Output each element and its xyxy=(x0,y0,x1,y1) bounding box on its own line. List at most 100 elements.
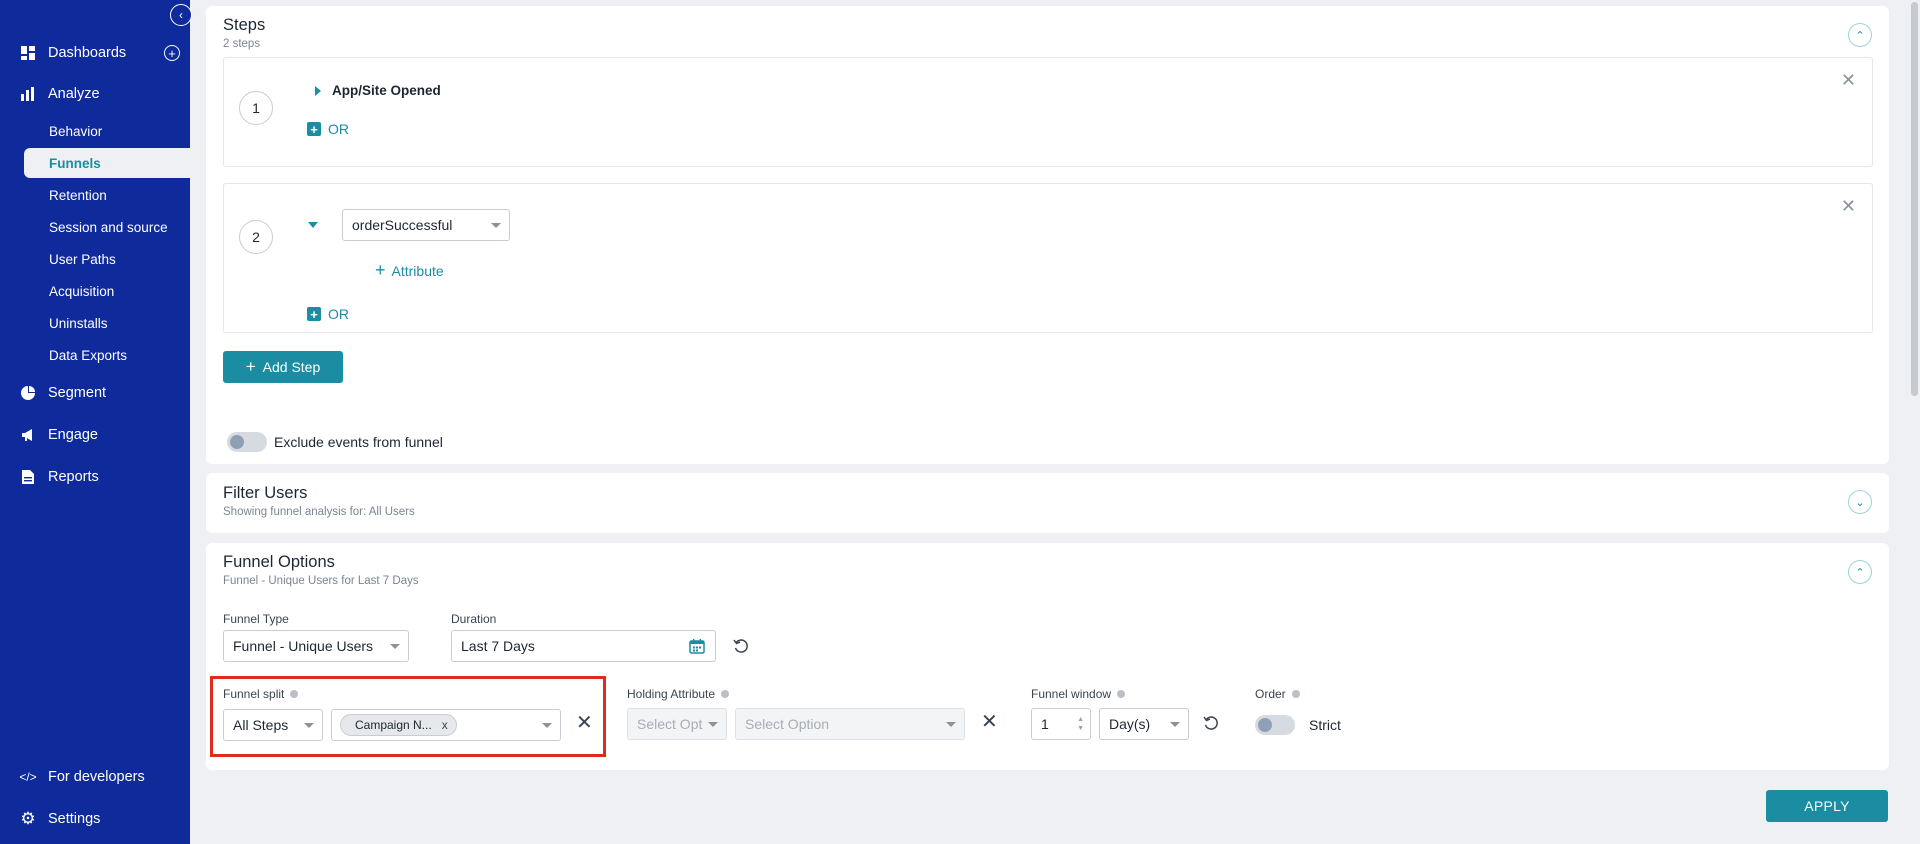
step-2-event-select[interactable]: orderSuccessful xyxy=(342,209,510,241)
filter-users-panel: Filter Users Showing funnel analysis for… xyxy=(206,473,1889,533)
nav-for-developers[interactable]: </> For developers xyxy=(0,762,190,792)
nav-segment[interactable]: Segment xyxy=(0,378,190,408)
nav-engage[interactable]: Engage xyxy=(0,420,190,450)
add-step-button[interactable]: + Add Step xyxy=(223,351,343,383)
step-number: 2 xyxy=(239,220,273,254)
nav-for-developers-label: For developers xyxy=(48,769,145,785)
funnel-window-unit: Day(s) xyxy=(1109,716,1151,732)
nav-analyze[interactable]: Analyze xyxy=(0,79,190,109)
nav-settings[interactable]: ⚙ Settings xyxy=(0,804,190,834)
reset-window-icon[interactable] xyxy=(1202,714,1220,732)
filter-users-title: Filter Users xyxy=(223,484,308,502)
nav-settings-label: Settings xyxy=(48,811,101,827)
expand-filter-users-icon[interactable]: ⌄ xyxy=(1848,490,1872,514)
funnel-window-label: Funnel window xyxy=(1031,687,1126,701)
nav-reports-label: Reports xyxy=(48,469,99,485)
calendar-icon[interactable] xyxy=(689,638,705,654)
exclude-events-toggle[interactable] xyxy=(227,432,267,452)
exclude-events-label: Exclude events from funnel xyxy=(274,434,443,450)
holding-attribute-label-text: Holding Attribute xyxy=(627,687,716,701)
funnel-options-subtitle: Funnel - Unique Users for Last 7 Days xyxy=(223,575,419,587)
sidebar-item-user-paths[interactable]: User Paths xyxy=(24,244,190,274)
sidebar-item-data-exports[interactable]: Data Exports xyxy=(24,340,190,370)
order-toggle[interactable] xyxy=(1255,715,1295,735)
plus-icon: + xyxy=(307,307,321,321)
funnel-options-title: Funnel Options xyxy=(223,553,335,571)
nav-reports[interactable]: Reports xyxy=(0,462,190,492)
funnel-split-highlight xyxy=(210,676,606,757)
step-number: 1 xyxy=(239,91,273,125)
close-icon[interactable]: ✕ xyxy=(1841,197,1856,215)
step-2-event: orderSuccessful xyxy=(352,217,453,233)
filter-users-subtitle: Showing funnel analysis for: All Users xyxy=(223,506,415,518)
collapse-sidebar-icon[interactable]: ‹ xyxy=(170,4,192,26)
stepper-arrows-icon[interactable]: ▲ ▼ xyxy=(1077,715,1084,733)
holding-option-placeholder: Select Option xyxy=(745,716,830,732)
funnel-type-value: Funnel - Unique Users xyxy=(233,638,374,654)
nav-dashboards[interactable]: Dashboards + xyxy=(0,38,190,68)
holding-select-placeholder: Select Opt xyxy=(637,716,703,732)
funnel-type-label: Funnel Type xyxy=(223,612,289,626)
duration-input[interactable]: Last 7 Days xyxy=(451,630,716,662)
step-1-or-button[interactable]: + OR xyxy=(307,121,349,137)
dashboard-icon xyxy=(20,45,36,61)
sidebar-item-acquisition[interactable]: Acquisition xyxy=(24,276,190,306)
nav-dashboards-label: Dashboards xyxy=(48,45,127,61)
chevron-down-icon xyxy=(708,722,718,727)
gear-icon: ⚙ xyxy=(20,809,36,828)
collapse-steps-icon[interactable]: ⌃ xyxy=(1848,23,1872,47)
nav-segment-label: Segment xyxy=(48,385,107,401)
sidebar-item-funnels[interactable]: Funnels xyxy=(24,148,190,178)
close-icon[interactable]: ✕ xyxy=(1841,71,1856,89)
collapse-step-icon[interactable] xyxy=(308,222,318,228)
sidebar-item-session-and-source[interactable]: Session and source xyxy=(24,212,190,242)
add-attribute-button[interactable]: + Attribute xyxy=(375,260,444,281)
sidebar-item-uninstalls[interactable]: Uninstalls xyxy=(24,308,190,338)
plus-icon: + xyxy=(307,122,321,136)
or-label: OR xyxy=(328,306,349,322)
info-icon[interactable] xyxy=(1117,690,1126,698)
funnel-window-label-text: Funnel window xyxy=(1031,687,1112,701)
funnel-window-number-input[interactable]: 1 ▲ ▼ xyxy=(1031,708,1091,740)
nav-analyze-label: Analyze xyxy=(48,86,100,102)
funnel-window-value: 1 xyxy=(1041,716,1049,732)
add-dashboard-icon[interactable]: + xyxy=(164,45,180,61)
step-1-event[interactable]: App/Site Opened xyxy=(332,83,441,98)
add-step-label: Add Step xyxy=(262,359,321,375)
funnel-window-unit-select[interactable]: Day(s) xyxy=(1099,708,1189,740)
document-icon xyxy=(20,469,36,485)
info-icon[interactable] xyxy=(721,690,730,698)
step-2-or-button[interactable]: + OR xyxy=(307,306,349,322)
chevron-down-icon xyxy=(946,722,956,727)
sidebar-item-behavior[interactable]: Behavior xyxy=(24,116,190,146)
page-scrollbar[interactable] xyxy=(1911,2,1918,396)
step-1-card: 1 App/Site Opened + OR ✕ xyxy=(223,57,1873,167)
toggle-knob xyxy=(1258,718,1272,732)
funnel-type-label-text: Funnel Type xyxy=(223,612,289,626)
pie-chart-icon xyxy=(20,385,36,401)
chevron-down-icon xyxy=(390,644,400,649)
duration-label: Duration xyxy=(451,612,496,626)
apply-button[interactable]: APPLY xyxy=(1766,790,1888,822)
code-icon: </> xyxy=(19,770,37,784)
steps-subtitle: 2 steps xyxy=(223,38,261,50)
order-label: Order xyxy=(1255,687,1300,701)
reset-duration-icon[interactable] xyxy=(732,637,750,655)
plus-icon: + xyxy=(375,260,386,280)
chevron-down-icon xyxy=(1170,722,1180,727)
order-value: Strict xyxy=(1309,717,1341,733)
funnel-type-select[interactable]: Funnel - Unique Users xyxy=(223,630,409,662)
plus-icon: + xyxy=(245,357,256,376)
info-icon[interactable] xyxy=(1291,690,1300,698)
toggle-knob xyxy=(230,435,244,449)
collapse-funnel-options-icon[interactable]: ⌃ xyxy=(1848,560,1872,584)
clear-holding-icon[interactable]: ✕ xyxy=(981,712,998,732)
megaphone-icon xyxy=(20,427,36,443)
expand-step-icon[interactable] xyxy=(315,86,321,96)
sidebar-item-retention[interactable]: Retention xyxy=(24,180,190,210)
step-2-card: 2 orderSuccessful + Attribute + OR ✕ xyxy=(223,183,1873,333)
steps-panel: Steps 2 steps ⌃ 1 App/Site Opened + OR ✕… xyxy=(206,6,1889,464)
duration-label-text: Duration xyxy=(451,612,497,626)
holding-attribute-select[interactable]: Select Opt xyxy=(627,708,727,740)
steps-title: Steps xyxy=(223,16,266,34)
